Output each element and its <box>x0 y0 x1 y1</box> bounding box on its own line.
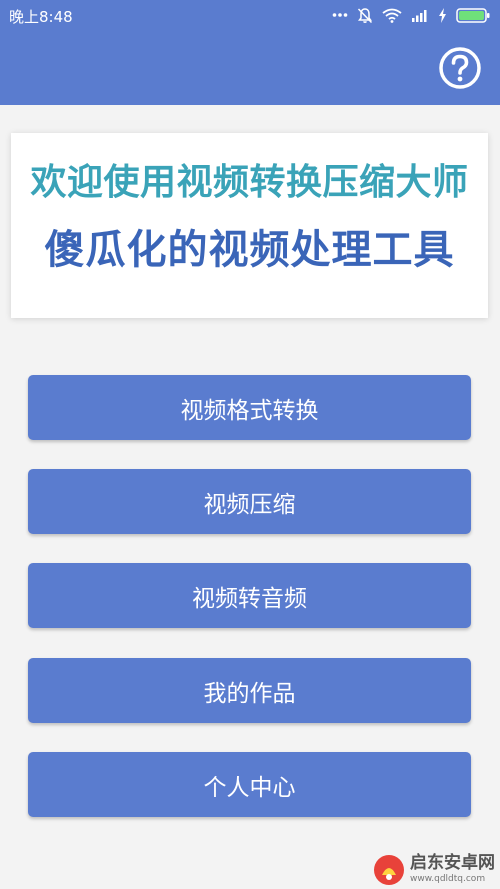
app-bar: 晚上8:48 <box>0 0 500 105</box>
watermark-text: 启东安卓网 www.qdldtq.com <box>410 855 495 884</box>
banner-title: 欢迎使用视频转换压缩大师 <box>30 162 469 203</box>
watermark: 启东安卓网 www.qdldtq.com <box>372 850 500 889</box>
question-circle-icon <box>439 47 481 89</box>
banner-subtitle: 傻瓜化的视频处理工具 <box>44 227 455 273</box>
wifi-icon <box>382 8 402 23</box>
video-compress-button[interactable]: 视频压缩 <box>28 469 471 534</box>
bell-muted-icon <box>357 7 373 23</box>
my-works-button[interactable]: 我的作品 <box>28 658 471 723</box>
battery-icon <box>456 7 490 23</box>
video-to-audio-button[interactable]: 视频转音频 <box>28 563 471 628</box>
video-format-convert-button[interactable]: 视频格式转换 <box>28 375 471 440</box>
watermark-logo-icon <box>374 854 404 885</box>
status-bar: 晚上8:48 <box>0 0 500 30</box>
charging-bolt-icon <box>439 7 446 23</box>
welcome-banner: 欢迎使用视频转换压缩大师 傻瓜化的视频处理工具 <box>11 133 488 318</box>
personal-center-button[interactable]: 个人中心 <box>28 752 471 817</box>
watermark-url: www.qdldtq.com <box>410 874 486 884</box>
status-time: 晚上8:48 <box>9 8 73 26</box>
more-dots-icon <box>332 13 348 17</box>
help-button[interactable] <box>438 46 482 90</box>
signal-icon <box>412 10 427 22</box>
watermark-title: 启东安卓网 <box>410 853 495 873</box>
status-icons <box>332 5 490 25</box>
